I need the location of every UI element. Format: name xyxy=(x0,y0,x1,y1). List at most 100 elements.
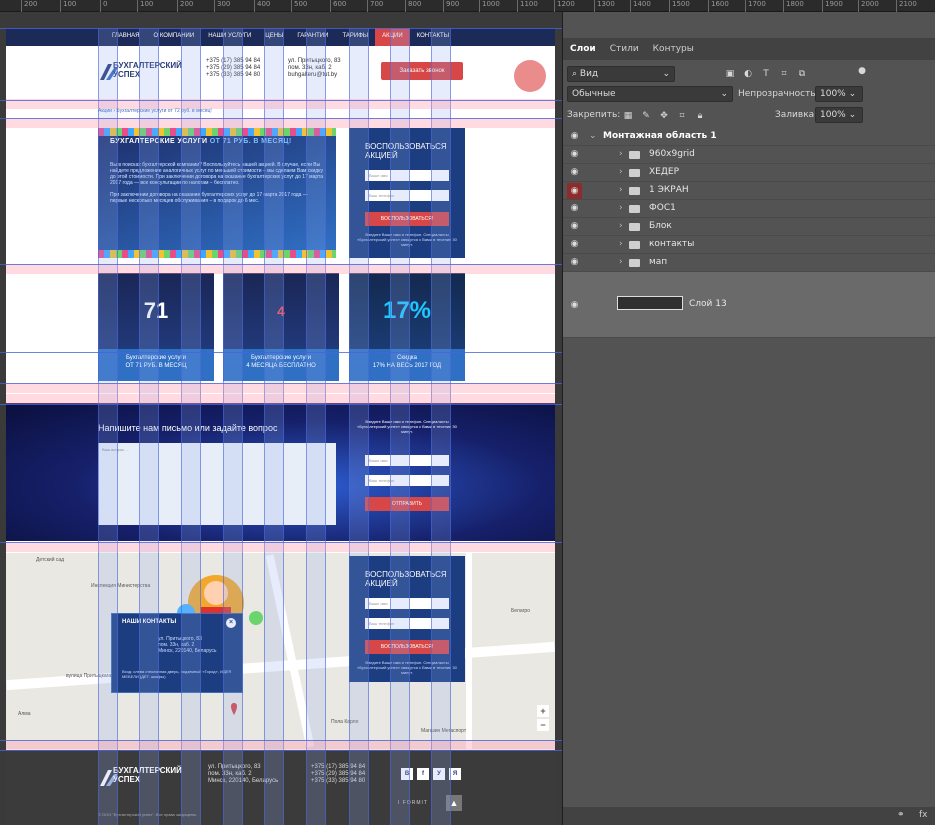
layer-row[interactable]: ◉ › ФОС1 xyxy=(563,200,935,218)
layer-name: ФОС1 xyxy=(649,203,676,213)
visibility-eye-icon[interactable]: ◉ xyxy=(569,132,580,141)
scroll-up-icon[interactable]: ▲ xyxy=(446,795,462,811)
layer-filter-select[interactable]: ⌕ Вид ⌄ xyxy=(567,66,675,82)
spacing-band xyxy=(6,383,555,393)
promo-title-accent: ОТ 71 РУБ. В МЕСЯЦ! xyxy=(209,138,292,145)
phone-input[interactable]: Ваш телефон xyxy=(365,475,449,486)
layer-row[interactable]: ◉ › Блок xyxy=(563,218,935,236)
image-filter-icon[interactable]: ▣ xyxy=(725,69,735,79)
tab-layers[interactable]: Слои xyxy=(563,38,603,60)
shape-filter-icon[interactable]: ⌗ xyxy=(779,69,789,79)
fill-input[interactable]: 100% ⌄ xyxy=(815,107,863,123)
map-section[interactable]: Детский сад Инспекция Министерства вулиц… xyxy=(6,553,555,749)
lock-transparency-icon[interactable]: ▦ xyxy=(623,111,633,121)
map-label: Пола Карло xyxy=(331,719,359,725)
name-input[interactable]: Ваше имя xyxy=(365,598,449,609)
question-textarea[interactable]: Ваш вопрос ... xyxy=(98,443,336,525)
lock-move-icon[interactable]: ✥ xyxy=(659,111,669,121)
offer-card[interactable]: 17% Скидка 17% НА ВЕСЬ 2017 ГОД xyxy=(349,273,465,381)
horizontal-ruler[interactable]: 200 100 0 100 200 300 400 500 600 700 80… xyxy=(0,0,935,12)
submit-button[interactable]: ВОСПОЛЬЗОВАТЬСЯ! xyxy=(365,640,449,654)
send-button[interactable]: ОТПРАВИТЬ xyxy=(365,497,449,511)
visibility-eye-icon[interactable]: ◉ xyxy=(569,168,580,177)
offer-card[interactable]: 71 Бухгалтерские услуги ОТ 71 РУБ. В МЕСЯ… xyxy=(98,273,214,381)
map-label: Алма xyxy=(18,711,31,717)
artboard[interactable]: ГЛАВНАЯ О КОМПАНИИ НАШИ УСЛУГИ ЦЕНЫ ГАРА… xyxy=(6,28,555,825)
nav-item-active[interactable]: АКЦИИ xyxy=(375,28,410,46)
name-input[interactable]: Ваше имя xyxy=(365,170,449,181)
layer-row[interactable]: ◉ › ХЕДЕР xyxy=(563,164,935,182)
zoom-in-button[interactable]: + xyxy=(537,705,549,717)
layers-panel: Слои Стили Контуры ⌕ Вид ⌄ ▣ ◐ T ⌗ ⧉ ● Об… xyxy=(562,12,935,825)
layer-row[interactable]: ◉ › 1 ЭКРАН xyxy=(563,182,935,200)
facebook-icon[interactable]: f xyxy=(417,768,429,780)
popup-hours: Вход: слева стеклянная дверь, подземный … xyxy=(122,669,232,679)
tab-styles[interactable]: Стили xyxy=(603,38,646,60)
visibility-eye-icon[interactable]: ◉ xyxy=(569,301,580,310)
nav-item[interactable]: КОНТАКТЫ xyxy=(410,28,456,46)
chevron-right-icon[interactable]: › xyxy=(619,185,623,195)
visibility-eye-icon[interactable]: ◉ xyxy=(569,240,580,249)
nav-item[interactable]: ЦЕНЫ xyxy=(258,28,290,46)
opacity-input[interactable]: 100% ⌄ xyxy=(815,86,863,102)
offer-image: 71 xyxy=(98,273,214,349)
chevron-right-icon[interactable]: › xyxy=(619,239,623,249)
blend-mode-select[interactable]: Обычные ⌄ xyxy=(567,86,733,102)
visibility-eye-icon[interactable]: ◉ xyxy=(569,150,580,159)
twitter-icon[interactable]: У xyxy=(433,768,445,780)
footer-address: ул. Притыцкого, 83 пом. 33н, каб. 2 Минс… xyxy=(208,764,278,785)
nav-item[interactable]: О КОМПАНИИ xyxy=(146,28,201,46)
layer-row[interactable]: ◉ › мап xyxy=(563,254,935,272)
link-layers-icon[interactable]: ⚭ xyxy=(897,810,905,820)
fx-icon[interactable]: fx xyxy=(919,810,928,820)
promo-title-main: БУХГАЛТЕРСКИЕ УСЛУГИ xyxy=(110,138,208,145)
chevron-right-icon[interactable]: › xyxy=(619,167,623,177)
phone-line: +375 (17) 385 94 84 xyxy=(206,58,261,64)
adjustment-filter-icon[interactable]: ◐ xyxy=(743,69,753,79)
nav-item[interactable]: ГЛАВНАЯ xyxy=(105,28,147,46)
vk-icon[interactable]: В xyxy=(401,768,413,780)
chevron-right-icon[interactable]: › xyxy=(619,203,623,213)
developer-credit[interactable]: I FORMIT xyxy=(398,800,428,806)
chevron-right-icon[interactable]: › xyxy=(619,257,623,267)
lock-paint-icon[interactable]: ✎ xyxy=(641,111,651,121)
chevron-right-icon[interactable]: › xyxy=(619,149,623,159)
visibility-eye-icon[interactable]: ◉ xyxy=(567,183,582,199)
yandex-icon[interactable]: Я xyxy=(449,768,461,780)
ruler-tick: 600 xyxy=(329,0,347,12)
lock-artboard-icon[interactable]: ⌗ xyxy=(677,111,687,121)
breadcrumb[interactable]: Акции › Бухгалтерские услуги от 72 руб. … xyxy=(98,108,212,114)
visibility-eye-icon[interactable]: ◉ xyxy=(569,204,580,213)
nav-item[interactable]: ТАРИФЫ xyxy=(335,28,375,46)
layer-row[interactable]: ◉ ⌄ Монтажная область 1 xyxy=(563,128,935,146)
offer-card[interactable]: 4 Бухгалтерские услуги 4 МЕСЯЦА БЕСПЛАТНО xyxy=(223,273,339,381)
map-pin-icon[interactable] xyxy=(230,703,238,715)
canvas-workspace[interactable]: ГЛАВНАЯ О КОМПАНИИ НАШИ УСЛУГИ ЦЕНЫ ГАРА… xyxy=(0,12,562,825)
nav-item[interactable]: НАШИ УСЛУГИ xyxy=(201,28,258,46)
name-input[interactable]: Ваше имя xyxy=(365,455,449,466)
visibility-eye-icon[interactable]: ◉ xyxy=(569,222,580,231)
lock-all-icon[interactable]: 🔒︎ xyxy=(695,111,705,121)
layer-row[interactable]: ◉ › контакты xyxy=(563,236,935,254)
submit-button[interactable]: ВОСПОЛЬЗОВАТЬСЯ! xyxy=(365,212,449,226)
smart-object-filter-icon[interactable]: ⧉ xyxy=(797,69,807,79)
call-button[interactable]: Заказать звонок xyxy=(381,62,463,80)
type-filter-icon[interactable]: T xyxy=(761,69,771,79)
phone-widget-icon[interactable] xyxy=(514,60,546,92)
visibility-eye-icon[interactable]: ◉ xyxy=(569,258,580,267)
nav-item[interactable]: ГАРАНТИИ xyxy=(290,28,335,46)
chevron-right-icon[interactable]: › xyxy=(619,221,623,231)
form-note: Введите Ваше имя и телефон. Специалисты … xyxy=(357,232,457,247)
close-icon[interactable]: × xyxy=(226,618,236,628)
tab-paths[interactable]: Контуры xyxy=(646,38,701,60)
email-link[interactable]: buhgalteru@tut.by xyxy=(288,72,341,79)
phone-input[interactable]: Ваш телефон xyxy=(365,618,449,629)
layer-row-selected[interactable]: ◉ Слой 13 xyxy=(563,272,935,338)
zoom-out-button[interactable]: − xyxy=(537,719,549,731)
panel-bottom-bar: ⚭ fx xyxy=(563,807,935,825)
filter-toggle-icon[interactable]: ● xyxy=(857,66,867,76)
chevron-down-icon[interactable]: ⌄ xyxy=(589,131,597,141)
promo-text: Вы в поисках бухгалтерской компании? Вос… xyxy=(110,162,325,204)
phone-input[interactable]: Ваш телефон xyxy=(365,190,449,201)
layer-row[interactable]: ◉ › 960х9grid xyxy=(563,146,935,164)
